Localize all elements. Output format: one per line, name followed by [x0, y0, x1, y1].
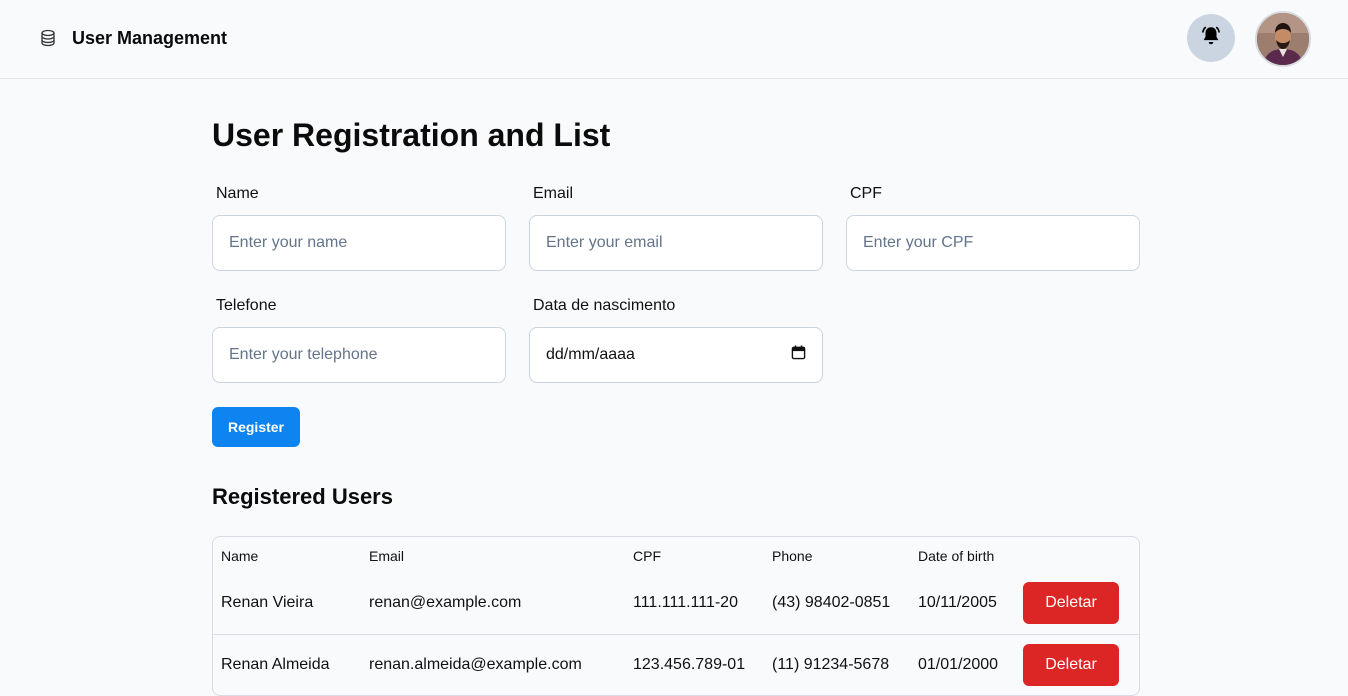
users-table: Name Email CPF Phone Date of birth Renan…: [212, 536, 1140, 696]
calendar-icon[interactable]: [791, 345, 806, 365]
birthdate-label: Data de nascimento: [533, 297, 676, 314]
cell-email: renan.almeida@example.com: [369, 656, 582, 673]
cell-date-of-birth: 10/11/2005: [918, 594, 997, 611]
top-bar: User Management: [0, 0, 1348, 79]
cpf-input[interactable]: Enter your CPF: [846, 215, 1140, 271]
app-title: User Management: [72, 28, 228, 48]
birthdate-field: Data de nascimento dd/mm/aaaa: [529, 297, 823, 383]
email-placeholder: Enter your email: [546, 234, 663, 251]
registered-users-title: Registered Users: [212, 484, 393, 509]
cell-phone: (43) 98402-0851: [772, 594, 891, 611]
email-input[interactable]: Enter your email: [529, 215, 823, 271]
cpf-field: CPF Enter your CPF: [846, 185, 1140, 271]
brand: User Management: [40, 28, 227, 48]
name-field: Name Enter your name: [212, 185, 506, 271]
cell-cpf: 111.111.111-20: [633, 594, 738, 611]
telephone-label: Telefone: [216, 297, 277, 314]
database-icon: [40, 29, 56, 47]
cell-date-of-birth: 01/01/2000: [918, 656, 999, 673]
notifications-button[interactable]: [1187, 14, 1235, 62]
telephone-placeholder: Enter your telephone: [229, 346, 378, 363]
delete-button[interactable]: Deletar: [1023, 582, 1119, 624]
name-input[interactable]: Enter your name: [212, 215, 506, 271]
email-label: Email: [533, 185, 574, 202]
telephone-input[interactable]: Enter your telephone: [212, 327, 506, 383]
cell-email: renan@example.com: [369, 594, 522, 611]
table-row: Renan Almeida renan.almeida@example.com …: [213, 634, 1139, 695]
page-title: User Registration and List: [212, 117, 611, 153]
birthdate-value: dd/mm/aaaa: [546, 346, 635, 363]
email-field: Email Enter your email: [529, 185, 823, 271]
avatar[interactable]: [1255, 11, 1311, 67]
cell-name: Renan Vieira: [221, 594, 314, 611]
telephone-field: Telefone Enter your telephone: [212, 297, 506, 383]
column-header-name: Name: [221, 548, 259, 564]
register-button[interactable]: Register: [212, 407, 300, 447]
cell-phone: (11) 91234-5678: [772, 656, 890, 673]
column-header-email: Email: [369, 548, 405, 564]
cpf-label: CPF: [850, 185, 882, 202]
column-header-phone: Phone: [772, 548, 813, 564]
table-header: Name Email CPF Phone Date of birth: [213, 537, 1139, 573]
name-label: Name: [216, 185, 259, 202]
bell-icon: [1200, 25, 1222, 52]
cell-cpf: 123.456.789-01: [633, 656, 746, 673]
column-header-cpf: CPF: [633, 548, 661, 564]
column-header-date-of-birth: Date of birth: [918, 548, 995, 564]
table-row: Renan Vieira renan@example.com 111.111.1…: [213, 573, 1139, 634]
cell-name: Renan Almeida: [221, 656, 330, 673]
cpf-placeholder: Enter your CPF: [863, 234, 974, 251]
name-placeholder: Enter your name: [229, 234, 348, 251]
birthdate-input[interactable]: dd/mm/aaaa: [529, 327, 823, 383]
delete-button[interactable]: Deletar: [1023, 644, 1119, 686]
